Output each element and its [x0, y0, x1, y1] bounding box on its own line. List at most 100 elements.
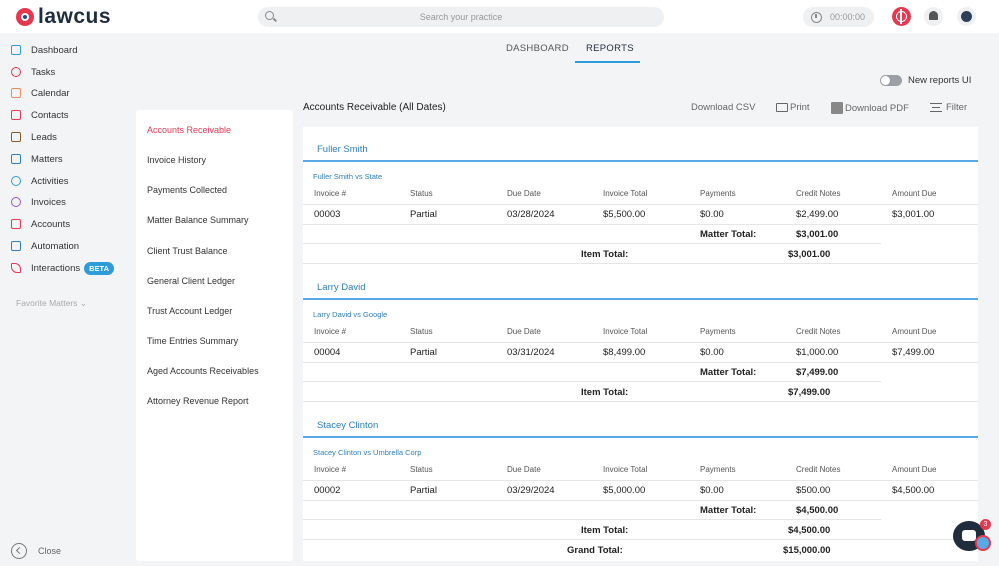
column-header: Status — [410, 327, 433, 336]
column-header: Invoice Total — [603, 327, 648, 336]
tab-dashboard[interactable]: DASHBOARD — [506, 43, 569, 54]
home-icon — [11, 45, 21, 55]
client-divider — [303, 436, 978, 438]
sidebar-item-accounts[interactable]: Accounts — [0, 214, 130, 234]
payments-cell: $0.00 — [700, 347, 724, 358]
column-header: Due Date — [507, 465, 541, 474]
report-item-invoice-history[interactable]: Invoice History — [147, 155, 206, 165]
filter-button[interactable]: Filter — [930, 102, 967, 113]
grand-total-label: Grand Total: — [567, 545, 623, 556]
toggle-switch[interactable] — [880, 75, 902, 86]
report-title: Accounts Receivable (All Dates) — [303, 102, 446, 113]
sidebar-item-matters[interactable]: Matters — [0, 149, 130, 169]
print-button[interactable]: Print — [776, 102, 810, 113]
column-header: Invoice Total — [603, 465, 648, 474]
report-item-attorney-revenue-report[interactable]: Attorney Revenue Report — [147, 396, 249, 406]
matter-total-label: Matter Total: — [700, 505, 757, 516]
bell-icon[interactable] — [924, 7, 943, 26]
client-name: Stacey Clinton — [317, 420, 379, 431]
report-item-trust-account-ledger[interactable]: Trust Account Ledger — [147, 306, 232, 316]
sidebar-item-calendar[interactable]: Calendar — [0, 83, 130, 103]
close-label: Close — [38, 546, 62, 556]
due-date-cell: 03/28/2024 — [507, 209, 555, 220]
sidebar-item-label: Invoices — [31, 196, 66, 208]
payments-cell: $0.00 — [700, 209, 724, 220]
favorite-matters-toggle[interactable]: Favorite Matters ⌄ — [16, 298, 87, 309]
item-total-value: $7,499.00 — [788, 387, 831, 398]
column-header: Status — [410, 189, 433, 198]
divider — [303, 480, 978, 481]
avatar[interactable] — [957, 7, 976, 26]
matter-link[interactable]: Stacey Clinton vs Umbrella Corp — [313, 448, 421, 457]
assistant-icon[interactable] — [975, 535, 991, 551]
sidebar-item-label: Automation — [31, 240, 80, 252]
matter-link[interactable]: Fuller Smith vs State — [313, 172, 382, 181]
phone-icon — [11, 263, 21, 273]
client-divider — [303, 160, 978, 162]
report-item-payments-collected[interactable]: Payments Collected — [147, 185, 227, 195]
stopwatch-icon — [11, 176, 21, 186]
credit-notes-cell: $500.00 — [796, 485, 831, 496]
briefcase-icon — [11, 132, 21, 142]
report-item-accounts-receivable[interactable]: Accounts Receivable — [147, 125, 231, 135]
report-item-aged-accounts-receivables[interactable]: Aged Accounts Receivables — [147, 366, 259, 376]
amount-due-cell: $3,001.00 — [892, 209, 935, 220]
matter-total-value: $3,001.00 — [796, 229, 839, 240]
sidebar-item-label: Accounts — [31, 218, 71, 230]
chat-notification-badge: 3 — [980, 519, 991, 530]
logo[interactable]: lawcus — [16, 5, 111, 29]
item-total-value: $4,500.00 — [788, 525, 831, 536]
new-reports-ui-toggle[interactable]: New reports UI — [880, 75, 971, 86]
download-csv-label: Download CSV — [691, 102, 756, 113]
item-total-value: $3,001.00 — [788, 249, 831, 260]
sidebar-item-label: Dashboard — [31, 44, 78, 56]
sidebar-item-automation[interactable]: Automation — [0, 236, 130, 256]
sidebar-item-interactions[interactable]: Interactions BETA — [0, 258, 130, 278]
status-cell: Partial — [410, 209, 437, 220]
sidebar-item-activities[interactable]: Activities — [0, 171, 130, 191]
check-circle-icon — [11, 67, 21, 77]
report-item-client-trust-balance[interactable]: Client Trust Balance — [147, 246, 228, 256]
bank-icon — [11, 219, 21, 229]
amount-due-cell: $7,499.00 — [892, 347, 935, 358]
invoice-icon — [11, 197, 21, 207]
client-name: Larry David — [317, 282, 366, 293]
report-table: Fuller Smith Fuller Smith vs State Invoi… — [303, 127, 978, 561]
download-pdf-button[interactable]: Download PDF — [831, 102, 909, 114]
tab-reports[interactable]: REPORTS — [586, 43, 634, 54]
matter-total-label: Matter Total: — [700, 367, 757, 378]
close-sidebar-button[interactable]: Close — [11, 543, 61, 559]
invoice-total-cell: $5,500.00 — [603, 209, 646, 220]
sidebar-item-label: Leads — [31, 131, 57, 143]
timer-button[interactable]: 00:00:00 — [803, 7, 874, 27]
column-header: Invoice # — [314, 327, 347, 336]
sidebar-item-dashboard[interactable]: Dashboard — [0, 40, 130, 60]
print-label: Print — [790, 102, 810, 113]
column-header: Due Date — [507, 189, 541, 198]
search-input[interactable]: Search your practice — [258, 7, 664, 27]
report-item-time-entries-summary[interactable]: Time Entries Summary — [147, 336, 238, 346]
matter-link[interactable]: Larry David vs Google — [313, 310, 387, 319]
download-csv-button[interactable]: Download CSV — [691, 102, 755, 113]
sidebar-item-contacts[interactable]: Contacts — [0, 105, 130, 125]
invoice-number-cell[interactable]: 00004 — [314, 347, 340, 358]
report-item-general-client-ledger[interactable]: General Client Ledger — [147, 276, 235, 286]
item-total-label: Item Total: — [581, 387, 629, 398]
credit-notes-cell: $2,499.00 — [796, 209, 839, 220]
invoice-number-cell[interactable]: 00002 — [314, 485, 340, 496]
invoice-total-cell: $8,499.00 — [603, 347, 646, 358]
matter-total-value: $7,499.00 — [796, 367, 839, 378]
report-item-matter-balance-summary[interactable]: Matter Balance Summary — [147, 215, 249, 225]
help-icon[interactable] — [892, 7, 911, 26]
printer-icon — [776, 103, 788, 112]
sidebar-item-invoices[interactable]: Invoices — [0, 192, 130, 212]
clock-icon — [811, 11, 822, 23]
sidebar-item-tasks[interactable]: Tasks — [0, 62, 130, 82]
column-header: Credit Notes — [796, 465, 841, 474]
amount-due-cell: $4,500.00 — [892, 485, 935, 496]
sidebar-item-leads[interactable]: Leads — [0, 127, 130, 147]
client-name: Fuller Smith — [317, 144, 368, 155]
invoice-number-cell[interactable]: 00003 — [314, 209, 340, 220]
sidebar-item-label: Tasks — [31, 66, 56, 78]
pdf-icon — [831, 102, 843, 114]
